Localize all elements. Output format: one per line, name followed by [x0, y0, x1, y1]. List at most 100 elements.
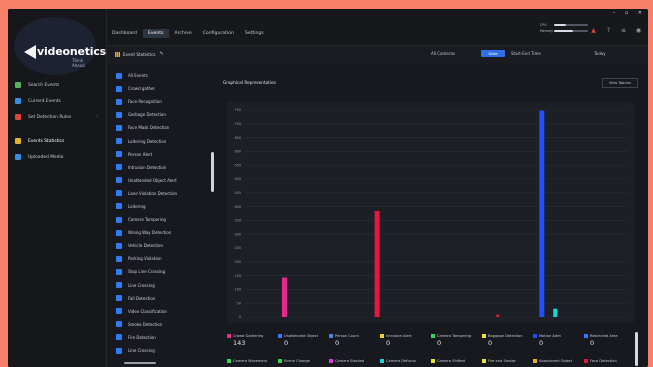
event-type-item[interactable]: Parking Violation: [116, 252, 214, 265]
legend-item[interactable]: Person Count 0: [329, 333, 380, 348]
sidebar-item[interactable]: Events Statistics: [8, 133, 106, 149]
event-type-item[interactable]: Unattended Object Alert: [116, 174, 214, 187]
checkbox[interactable]: [116, 203, 122, 210]
help-icon[interactable]: ?: [605, 27, 612, 34]
chart-bar[interactable]: [496, 314, 500, 317]
legend-item[interactable]: Fire and Smoke: [482, 358, 533, 364]
checkbox[interactable]: [116, 295, 122, 302]
event-type-item[interactable]: Loitering Detection: [116, 134, 214, 147]
legend-item[interactable]: Abandoned Object: [533, 358, 584, 364]
checkbox[interactable]: [116, 268, 122, 275]
legend-label: Face Detection: [590, 359, 617, 363]
chart-bar[interactable]: [374, 211, 380, 317]
legend-item[interactable]: Camera Shifted: [431, 358, 482, 364]
checkbox[interactable]: [116, 216, 122, 223]
checkbox[interactable]: [116, 255, 122, 262]
legend-item[interactable]: Camera Movement: [227, 358, 278, 364]
tab-settings[interactable]: Settings: [240, 29, 269, 38]
warning-icon[interactable]: ▲: [590, 27, 597, 34]
checkbox[interactable]: [116, 308, 122, 315]
event-type-item[interactable]: Line Crossing: [116, 279, 214, 292]
event-type-item[interactable]: Crowd gather: [116, 82, 214, 95]
event-type-item[interactable]: All Events: [116, 69, 214, 82]
legend-item[interactable]: Camera Tampering 0: [431, 333, 482, 348]
edit-icon[interactable]: ✎: [159, 51, 163, 57]
legend-item[interactable]: Scene Change: [278, 358, 329, 364]
checkbox[interactable]: [116, 164, 122, 171]
checkbox[interactable]: [116, 242, 122, 249]
tab-configuration[interactable]: Configuration: [198, 29, 239, 38]
event-type-item[interactable]: Vehicle Detection: [116, 239, 214, 252]
legend-swatch: [584, 359, 588, 363]
legend-value: 0: [284, 339, 289, 347]
event-type-item[interactable]: Wrong Way Detection: [116, 226, 214, 239]
window-controls[interactable]: – ▫ ✕: [613, 10, 646, 16]
tab-events[interactable]: Events: [142, 29, 169, 38]
time-range-selector[interactable]: Start-End Time: [511, 51, 541, 56]
event-type-item[interactable]: Loitering: [116, 200, 214, 213]
checkbox[interactable]: [116, 347, 122, 354]
tab-dashboard[interactable]: Dashboard: [107, 29, 142, 38]
event-type-item[interactable]: Video Classification: [116, 305, 214, 318]
y-tick-label: 500: [235, 177, 241, 181]
tab-archive[interactable]: Archive: [170, 29, 197, 38]
menu-icon[interactable]: ≡: [620, 27, 627, 34]
sidebar-item[interactable]: Uploaded Media: [8, 149, 106, 165]
event-type-item[interactable]: Face Mask Detection: [116, 121, 214, 134]
event-type-item[interactable]: Camera Tampering: [116, 213, 214, 226]
checkbox[interactable]: [116, 321, 122, 328]
event-type-item[interactable]: Fire Detection: [116, 331, 214, 344]
sidebar-item[interactable]: Search Events: [8, 77, 106, 93]
checkbox[interactable]: [116, 151, 122, 158]
sidebar-item[interactable]: Set Detection Rules ›: [8, 109, 106, 125]
legend-item[interactable]: Crowd Gathering 143: [227, 333, 278, 348]
checkbox[interactable]: [116, 229, 122, 236]
chart-legend: Crowd Gathering 143 Unattended Object 0 Pers…: [227, 333, 637, 364]
event-type-item[interactable]: Person Alert: [116, 148, 214, 161]
event-type-label: Fall Detection: [128, 295, 156, 301]
chart-bar[interactable]: [539, 110, 545, 317]
event-type-item[interactable]: Stop Line Crossing: [116, 265, 214, 278]
chart-bar[interactable]: [281, 277, 287, 317]
event-type-item[interactable]: Face Recognition: [116, 95, 214, 108]
chart-bar[interactable]: [553, 308, 558, 317]
view-tabular-button[interactable]: View Tabular: [602, 78, 638, 88]
checkbox[interactable]: [116, 177, 122, 184]
list-scrollbar[interactable]: [211, 152, 214, 192]
legend-item[interactable]: Intrusion Alert 0: [380, 333, 431, 348]
logo: videonetics Think Ahead: [14, 17, 106, 75]
legend-scrollbar[interactable]: [635, 332, 638, 366]
sidebar-item[interactable]: Current Events: [8, 93, 106, 109]
checkbox[interactable]: [116, 334, 122, 341]
main-tabs: Dashboard Events Archive Configuration Setti…: [107, 29, 270, 38]
checkbox[interactable]: [116, 190, 122, 197]
user-icon[interactable]: ◉: [635, 27, 642, 34]
checkbox[interactable]: [116, 124, 122, 131]
checkbox[interactable]: [116, 72, 122, 79]
interval-selector[interactable]: Today: [594, 51, 606, 56]
legend-item[interactable]: Restricted Area 0: [584, 333, 635, 348]
legend-item[interactable]: Face Detection: [584, 358, 635, 364]
legend-item[interactable]: Motion Alert 0: [533, 333, 584, 348]
event-type-item[interactable]: Smoke Detection: [116, 318, 214, 331]
event-type-item[interactable]: Lane Violation Detection: [116, 187, 214, 200]
event-type-item[interactable]: Garbage Detection: [116, 108, 214, 121]
event-type-item[interactable]: Fall Detection: [116, 292, 214, 305]
date-button[interactable]: Date: [481, 50, 505, 57]
legend-item[interactable]: Camera Blocked: [329, 358, 380, 364]
checkbox[interactable]: [116, 111, 122, 118]
event-type-item[interactable]: Line Crossing: [116, 344, 214, 357]
checkbox[interactable]: [116, 98, 122, 105]
legend-swatch: [278, 359, 282, 363]
horizontal-scrollbar[interactable]: [124, 362, 156, 364]
legend-item[interactable]: Camera Defocus: [380, 358, 431, 364]
checkbox[interactable]: [116, 282, 122, 289]
checkbox[interactable]: [116, 138, 122, 145]
checkbox[interactable]: [116, 85, 122, 92]
legend-item[interactable]: Unattended Object 0: [278, 333, 329, 348]
sidebar-item-label: Set Detection Rules: [28, 114, 72, 120]
event-type-label: Camera Tampering: [128, 217, 166, 223]
camera-filter[interactable]: All Cameras: [431, 51, 455, 56]
legend-item[interactable]: Baggage Detection 0: [482, 333, 533, 348]
event-type-item[interactable]: Intrusion Detection: [116, 161, 214, 174]
